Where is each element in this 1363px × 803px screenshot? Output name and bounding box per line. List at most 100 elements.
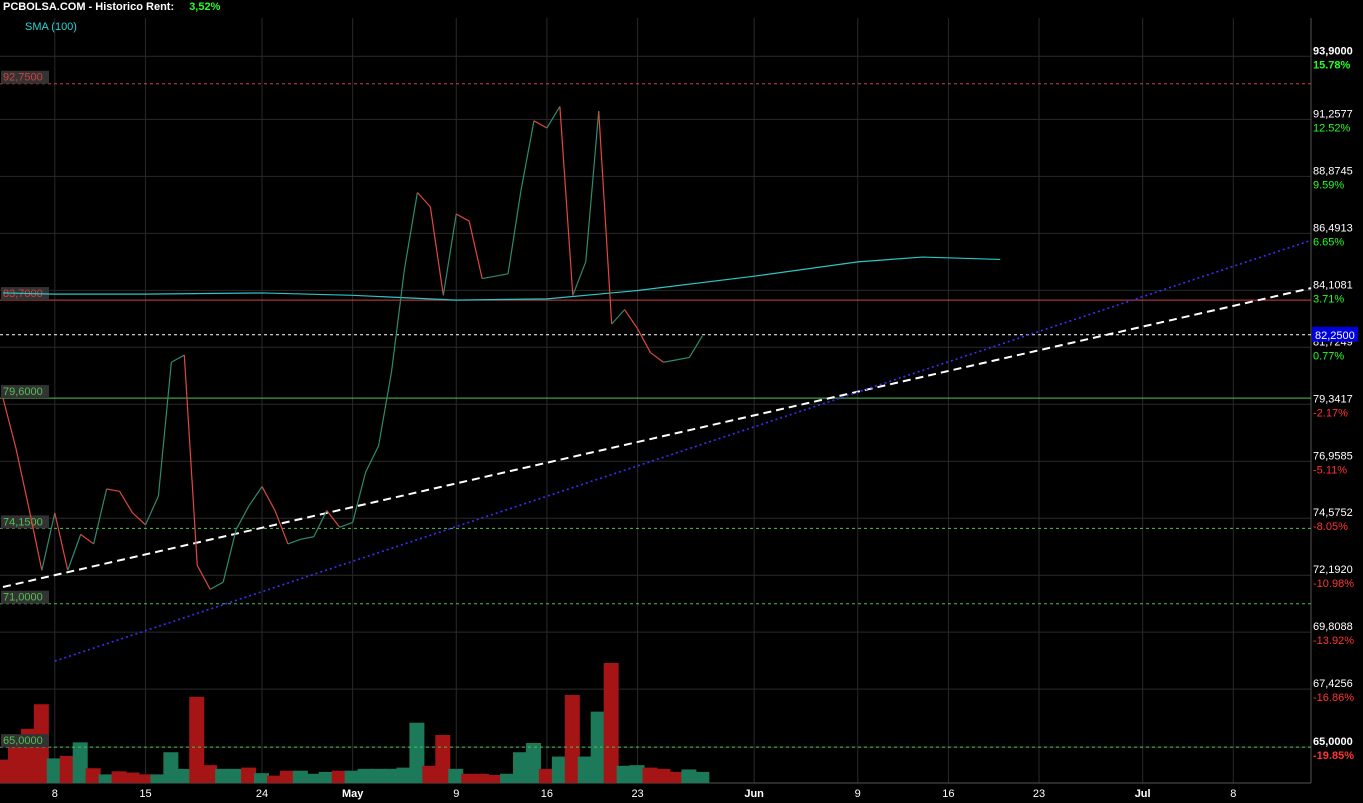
price-segment [196,565,211,590]
volume-bar [344,770,360,783]
volume-bar [538,768,554,783]
price-segment [482,275,496,280]
sma-line [2,256,1001,301]
price-segment [676,356,690,361]
volume-bar [590,711,606,783]
price-segment [637,328,652,353]
y-tick-pct: 9.59% [1313,179,1344,191]
price-segment [455,213,470,222]
volume-bar [228,768,244,783]
y-tick-pct: -8.05% [1313,521,1348,533]
y-tick-pct: -13.92% [1313,635,1354,647]
volume-bar [111,771,127,783]
price-segment [468,221,483,279]
volume-bar [202,765,218,783]
volume-bar [409,722,425,783]
volume-bar [292,770,308,783]
price-segment [377,371,393,447]
level-label: 65,0000 [3,735,43,747]
y-tick-pct: -19.85% [1313,750,1354,762]
volume-bar [98,774,114,783]
volume-bar [487,775,503,783]
price-segment [2,397,17,449]
volume-bar [279,770,295,783]
volume-bar [137,774,153,783]
price-chart[interactable]: 92,750083,700079,600074,150071,000065,00… [0,0,1363,803]
volume-bar [603,663,619,783]
price-segment [235,505,250,530]
volume-bar [176,768,192,783]
y-tick-label: 88,8745 [1313,165,1353,177]
price-segment [352,472,367,523]
price-segment [93,488,108,545]
volume-bar [318,771,334,783]
y-tick-pct: 3.71% [1313,293,1344,305]
y-tick-label: 84,1081 [1313,279,1353,291]
volume-bar [396,767,412,783]
volume-bar [241,767,257,783]
x-tick-label: 9 [453,788,459,800]
volume-bar [525,743,541,783]
volume-bar [370,768,386,783]
y-tick-pct: 6.65% [1313,236,1344,248]
volume-bar [616,765,632,783]
y-tick-label: 74,5752 [1313,507,1353,519]
volume-bar [655,768,671,783]
volume-bar [85,768,101,783]
y-tick-pct: -5.11% [1313,464,1347,476]
x-tick-label: 8 [52,788,58,800]
y-tick-pct: 0.77% [1313,350,1344,362]
volume-bar [551,756,567,783]
price-segment [209,581,224,590]
volume-bar [383,768,399,783]
volume-bar [331,770,347,783]
level-label: 74,1500 [3,516,43,528]
volume-bar [254,773,270,783]
volume-bar [46,758,62,783]
volume-bar [435,735,451,783]
price-segment [416,192,431,208]
price-segment [598,111,613,325]
volume-bar [694,771,710,783]
price-segment [67,534,82,571]
volume-bar [577,756,593,783]
x-tick-label: May [342,788,364,800]
y-tick-label: 69,8088 [1313,621,1353,633]
volume-bar [305,773,321,783]
volume-bar [474,773,490,783]
price-segment [611,309,626,325]
volume-bar [59,755,75,783]
x-tick-label: 23 [631,788,643,800]
price-segment [119,491,134,514]
price-segment [261,486,276,511]
last-price-label: 82,2500 [1315,330,1355,342]
price-segment [132,512,146,526]
price-segment [546,106,561,129]
y-tick-label: 67,4256 [1313,678,1353,690]
volume-bar [163,752,179,783]
price-segment [365,445,380,473]
trend-line [54,239,1312,662]
price-segment [585,111,600,262]
price-segment [183,355,198,566]
y-tick-label: 91,2577 [1313,108,1353,120]
price-segment [507,190,522,274]
volume-bar [422,765,438,783]
volume-bar [7,744,23,783]
price-segment [106,488,120,492]
y-tick-pct: 15.78% [1313,59,1351,71]
price-segment [339,521,353,528]
volume-bar [642,767,658,783]
volume-bar [668,771,684,783]
y-tick-pct: 12.52% [1313,122,1351,134]
price-segment [559,106,574,296]
volume-bar [513,752,529,783]
price-segment [15,448,30,509]
price-segment [624,309,639,330]
x-tick-label: 24 [256,788,268,800]
volume-bar [124,772,140,783]
y-tick-label: 72,1920 [1313,564,1353,576]
y-tick-label: 79,3417 [1313,393,1353,405]
price-segment [520,120,535,191]
price-segment [495,273,509,277]
